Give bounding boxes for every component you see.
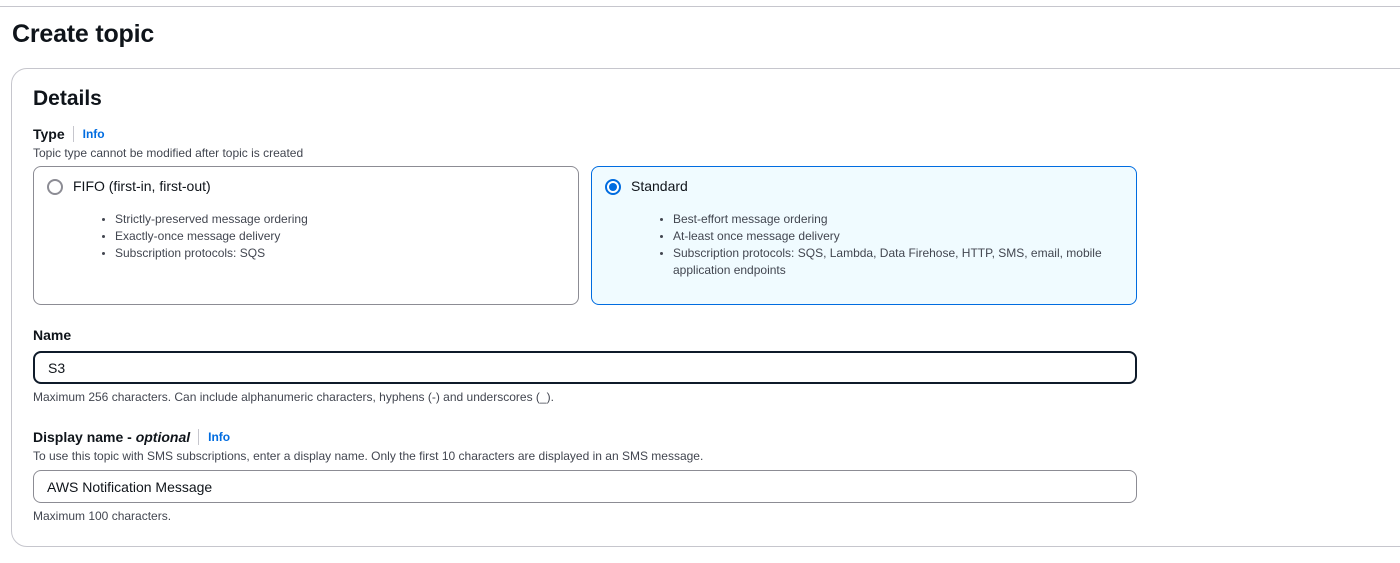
display-name-input-value: AWS Notification Message [47,478,213,495]
label-separator [72,126,74,142]
type-description: Topic type cannot be modified after topi… [33,146,304,160]
type-option-title: Standard [631,178,688,194]
display-name-label-row: Display name - optional Info [33,429,230,445]
list-item: Subscription protocols: SQS, Lambda, Dat… [660,245,1113,279]
name-label-row: Name [33,327,71,343]
display-name-description: To use this topic with SMS subscriptions… [33,449,704,463]
radio-checked-icon[interactable] [605,179,621,195]
type-label-row: Type Info [33,126,105,142]
radio-unchecked-icon[interactable] [47,179,63,195]
list-item: Subscription protocols: SQS [102,245,555,262]
type-option-standard[interactable]: Standard Best-effort message ordering At… [591,166,1137,305]
type-option-title: FIFO (first-in, first-out) [73,178,211,194]
type-option-bullets: Best-effort message ordering At-least on… [660,211,1113,279]
type-info-link[interactable]: Info [83,127,105,141]
type-option-fifo[interactable]: FIFO (first-in, first-out) Strictly-pres… [33,166,579,305]
list-item: Strictly-preserved message ordering [102,211,555,228]
display-name-hint: Maximum 100 characters. [33,509,172,523]
display-name-label: Display name - [33,429,136,445]
page-title: Create topic [12,20,155,48]
label-separator [198,429,200,445]
display-name-info-link[interactable]: Info [208,430,230,444]
type-label: Type [33,126,65,142]
type-option-bullets: Strictly-preserved message ordering Exac… [102,211,555,262]
display-name-input[interactable]: AWS Notification Message [33,470,1137,503]
optional-marker: optional [135,429,191,445]
list-item: At-least once message delivery [660,228,1113,245]
section-title: Details [33,87,102,110]
name-label: Name [33,327,72,343]
name-input[interactable]: S3 [33,351,1137,384]
name-hint: Maximum 256 characters. Can include alph… [33,390,554,404]
name-input-value: S3 [48,359,66,376]
top-divider [0,6,1400,7]
list-item: Best-effort message ordering [660,211,1113,228]
list-item: Exactly-once message delivery [102,228,555,245]
